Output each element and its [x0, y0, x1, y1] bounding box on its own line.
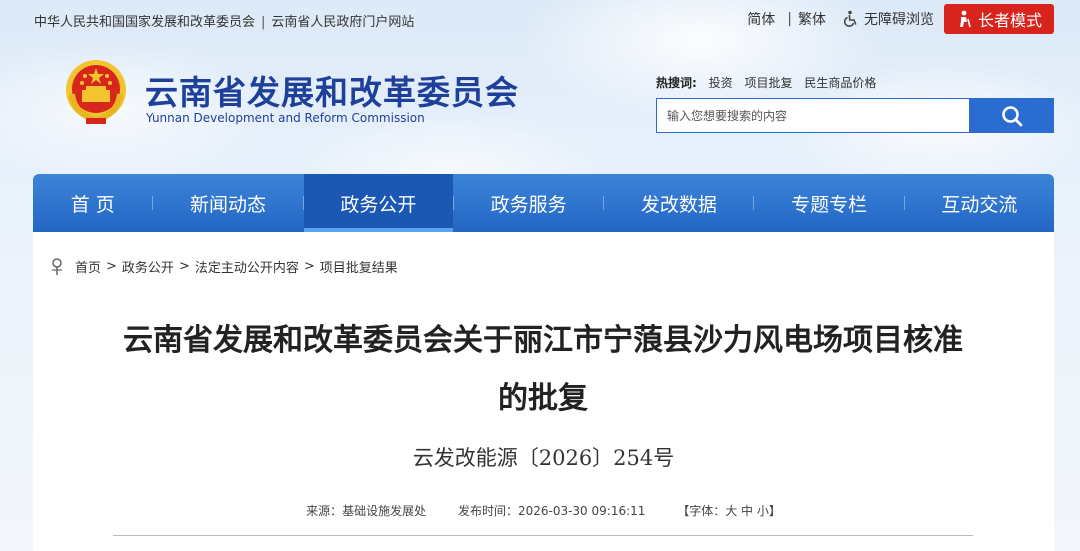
top-link-separator: |	[261, 15, 266, 30]
article-title-line: 的批复	[498, 381, 588, 416]
site-subtitle: Yunnan Development and Reform Commission	[146, 111, 425, 125]
nav-home[interactable]: 首 页	[33, 174, 152, 232]
nav-government-affairs[interactable]: 政务公开	[303, 174, 454, 232]
article-title-line: 云南省发展和改革委员会关于丽江市宁蒗县沙力风电场项目核准	[123, 323, 963, 358]
search-input[interactable]	[656, 98, 969, 133]
search-bar	[656, 98, 1054, 133]
article-publish-time: 发布时间：2026-03-30 09:16:11	[457, 504, 646, 518]
traditional-chinese-link[interactable]: 繁体	[798, 9, 826, 29]
hot-search-item[interactable]: 民生商品价格	[804, 76, 876, 90]
ndrc-link[interactable]: 中华人民共和国国家发展和改革委员会	[34, 15, 255, 30]
nav-services[interactable]: 政务服务	[454, 174, 603, 232]
article-source: 来源：基础设施发展处	[306, 504, 427, 518]
divider	[113, 535, 973, 536]
article-panel: 首页 > 政务公开 > 法定主动公开内容 > 项目批复结果 云南省发展和改革委员…	[33, 232, 1054, 551]
search-icon	[1001, 105, 1022, 126]
breadcrumb-separator: >	[303, 259, 315, 274]
breadcrumb: 首页 > 政务公开 > 法定主动公开内容 > 项目批复结果	[49, 257, 398, 276]
yunnan-gov-link[interactable]: 云南省人民政府门户网站	[271, 15, 414, 30]
nav-news[interactable]: 新闻动态	[153, 174, 302, 232]
accessibility-label: 无障碍浏览	[863, 12, 934, 28]
site-title[interactable]: 云南省发展和改革委员会	[145, 66, 519, 114]
hot-search-label: 热搜词:	[656, 76, 697, 90]
breadcrumb-approval-results[interactable]: 项目批复结果	[320, 257, 398, 276]
national-emblem-icon	[66, 60, 126, 124]
article-title: 云南省发展和改革委员会关于丽江市宁蒗县沙力风电场项目核准 的批复	[93, 312, 993, 428]
font-size-control[interactable]: 【字体：大 中 小】	[677, 504, 781, 518]
document-number: 云发改能源〔2026〕254号	[412, 446, 675, 470]
article-meta: 来源：基础设施发展处 发布时间：2026-03-30 09:16:11 【字体：…	[33, 502, 1054, 519]
top-right-tools: 简体 | 繁体 无障碍浏览 长者模式	[747, 4, 1054, 34]
breadcrumb-statutory-content[interactable]: 法定主动公开内容	[195, 257, 299, 276]
main-nav: 首 页 新闻动态 政务公开 政务服务 发改数据 专题专栏 互动交流	[33, 174, 1054, 232]
breadcrumb-government-affairs[interactable]: 政务公开	[122, 257, 174, 276]
breadcrumb-home[interactable]: 首页	[75, 257, 101, 276]
elder-icon	[959, 10, 971, 28]
top-bar: 中华人民共和国国家发展和改革委员会 | 云南省人民政府门户网站 简体 | 繁体 无障…	[0, 0, 1080, 38]
nav-interaction[interactable]: 互动交流	[905, 174, 1054, 232]
wheelchair-icon	[843, 10, 857, 27]
search-button[interactable]	[969, 98, 1054, 133]
lang-separator: |	[787, 11, 792, 27]
hot-search-item[interactable]: 项目批复	[744, 76, 792, 90]
top-links: 中华人民共和国国家发展和改革委员会 | 云南省人民政府门户网站	[34, 11, 414, 30]
hot-search-item[interactable]: 投资	[709, 76, 733, 90]
location-pin-icon	[52, 257, 62, 275]
elder-mode-label: 长者模式	[977, 11, 1042, 30]
breadcrumb-separator: >	[178, 259, 190, 274]
breadcrumb-separator: >	[106, 259, 117, 274]
nav-data[interactable]: 发改数据	[604, 174, 753, 232]
elder-mode-button[interactable]: 长者模式	[943, 4, 1054, 34]
simplified-chinese-link[interactable]: 简体	[747, 9, 775, 29]
accessibility-button[interactable]: 无障碍浏览	[842, 9, 934, 29]
nav-topics[interactable]: 专题专栏	[754, 174, 903, 232]
hot-search: 热搜词: 投资 项目批复 民生商品价格	[656, 74, 876, 91]
